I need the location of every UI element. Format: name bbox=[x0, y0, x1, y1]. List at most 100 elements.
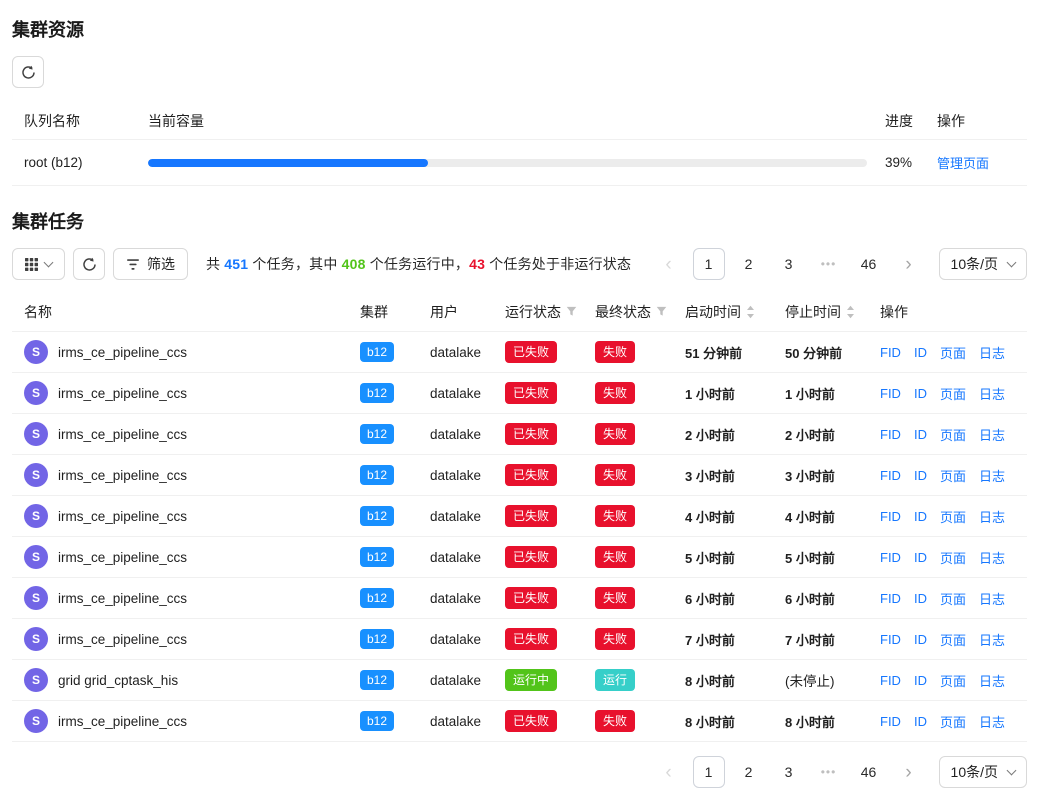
task-action-log-link[interactable]: 日志 bbox=[979, 589, 1005, 608]
task-action-fid-link[interactable]: FID bbox=[880, 714, 901, 729]
task-action-id-link[interactable]: ID bbox=[914, 509, 927, 524]
sorter-icon[interactable] bbox=[846, 305, 855, 319]
task-action-page-link[interactable]: 页面 bbox=[940, 589, 966, 608]
task-action-page-link[interactable]: 页面 bbox=[940, 548, 966, 567]
page-button-2[interactable]: 2 bbox=[733, 756, 765, 788]
run-status-badge: 已失败 bbox=[505, 341, 557, 363]
page-button-1[interactable]: 1 bbox=[693, 248, 725, 280]
col-final-status[interactable]: 最终状态 bbox=[595, 302, 685, 322]
pagination-top: ‹123•••46› 10条/页 bbox=[653, 248, 1027, 280]
page-button-46[interactable]: 46 bbox=[853, 248, 885, 280]
page-size-select[interactable]: 10条/页 bbox=[939, 248, 1027, 280]
task-action-page-link[interactable]: 页面 bbox=[940, 466, 966, 485]
layout-select-button[interactable] bbox=[12, 248, 65, 280]
run-status-badge: 已失败 bbox=[505, 546, 557, 568]
filter-button-label: 筛选 bbox=[147, 254, 175, 274]
final-status-badge: 失败 bbox=[595, 587, 635, 609]
task-actions: FID ID 页面日志 bbox=[880, 671, 1015, 690]
task-action-log-link[interactable]: 日志 bbox=[979, 507, 1005, 526]
resources-refresh-button[interactable] bbox=[12, 56, 44, 88]
task-action-fid-link[interactable]: FID bbox=[880, 386, 901, 401]
task-name: irms_ce_pipeline_ccs bbox=[58, 714, 187, 729]
task-action-log-link[interactable]: 日志 bbox=[979, 384, 1005, 403]
task-action-page-link[interactable]: 页面 bbox=[940, 507, 966, 526]
stop-time: 7 小时前 bbox=[785, 630, 880, 649]
col-start-time[interactable]: 启动时间 bbox=[685, 302, 785, 322]
task-action-fid-link[interactable]: FID bbox=[880, 427, 901, 442]
task-action-page-link[interactable]: 页面 bbox=[940, 384, 966, 403]
page-ellipsis[interactable]: ••• bbox=[813, 248, 845, 280]
task-action-fid-link[interactable]: FID bbox=[880, 550, 901, 565]
task-action-page-link[interactable]: 页面 bbox=[940, 630, 966, 649]
page-button-2[interactable]: 2 bbox=[733, 248, 765, 280]
task-action-fid-link[interactable]: FID bbox=[880, 632, 901, 647]
task-action-fid-link[interactable]: FID bbox=[880, 673, 901, 688]
task-action-log-link[interactable]: 日志 bbox=[979, 671, 1005, 690]
avatar: S bbox=[24, 545, 48, 569]
start-time: 1 小时前 bbox=[685, 384, 785, 403]
page-button-3[interactable]: 3 bbox=[773, 248, 805, 280]
chevron-down-icon bbox=[1007, 765, 1017, 775]
cluster-tag: b12 bbox=[360, 465, 394, 485]
filter-funnel-icon[interactable] bbox=[656, 306, 667, 317]
sorter-icon[interactable] bbox=[746, 305, 755, 319]
task-row: S irms_ce_pipeline_ccs b12 datalake 已失败 … bbox=[12, 578, 1027, 619]
page-size-select[interactable]: 10条/页 bbox=[939, 756, 1027, 788]
task-action-id-link[interactable]: ID bbox=[914, 427, 927, 442]
task-action-page-link[interactable]: 页面 bbox=[940, 425, 966, 444]
task-action-log-link[interactable]: 日志 bbox=[979, 712, 1005, 731]
task-action-log-link[interactable]: 日志 bbox=[979, 630, 1005, 649]
avatar: S bbox=[24, 668, 48, 692]
page-button-3[interactable]: 3 bbox=[773, 756, 805, 788]
task-action-id-link[interactable]: ID bbox=[914, 714, 927, 729]
prev-page-button[interactable]: ‹ bbox=[653, 756, 685, 788]
task-name: irms_ce_pipeline_ccs bbox=[58, 632, 187, 647]
page-ellipsis[interactable]: ••• bbox=[813, 756, 845, 788]
stop-time: 8 小时前 bbox=[785, 712, 880, 731]
page-button-1[interactable]: 1 bbox=[693, 756, 725, 788]
task-action-page-link[interactable]: 页面 bbox=[940, 712, 966, 731]
stop-time: 5 小时前 bbox=[785, 548, 880, 567]
page-button-46[interactable]: 46 bbox=[853, 756, 885, 788]
filter-button[interactable]: 筛选 bbox=[113, 248, 188, 280]
col-name: 名称 bbox=[24, 302, 360, 322]
task-action-log-link[interactable]: 日志 bbox=[979, 466, 1005, 485]
col-stop-time[interactable]: 停止时间 bbox=[785, 302, 880, 322]
cluster-tag: b12 bbox=[360, 588, 394, 608]
task-action-log-link[interactable]: 日志 bbox=[979, 343, 1005, 362]
task-actions: FID ID 页面日志 bbox=[880, 466, 1015, 485]
task-action-fid-link[interactable]: FID bbox=[880, 591, 901, 606]
col-start-time-label: 启动时间 bbox=[685, 302, 741, 322]
task-action-page-link[interactable]: 页面 bbox=[940, 343, 966, 362]
prev-page-button[interactable]: ‹ bbox=[653, 248, 685, 280]
tasks-table: 名称 集群 用户 运行状态 最终状态 启动时间 bbox=[12, 292, 1027, 742]
task-action-id-link[interactable]: ID bbox=[914, 673, 927, 688]
next-page-button[interactable]: › bbox=[893, 248, 925, 280]
next-page-button[interactable]: › bbox=[893, 756, 925, 788]
avatar: S bbox=[24, 381, 48, 405]
resources-table-body: root (b12) 39% 管理页面 bbox=[12, 140, 1027, 186]
task-action-fid-link[interactable]: FID bbox=[880, 509, 901, 524]
final-status-badge: 失败 bbox=[595, 546, 635, 568]
task-action-id-link[interactable]: ID bbox=[914, 386, 927, 401]
task-action-fid-link[interactable]: FID bbox=[880, 468, 901, 483]
col-run-status[interactable]: 运行状态 bbox=[505, 302, 595, 322]
task-action-log-link[interactable]: 日志 bbox=[979, 548, 1005, 567]
task-action-id-link[interactable]: ID bbox=[914, 550, 927, 565]
filter-funnel-icon[interactable] bbox=[566, 306, 577, 317]
task-action-log-link[interactable]: 日志 bbox=[979, 425, 1005, 444]
task-actions: FID ID 页面日志 bbox=[880, 507, 1015, 526]
manage-page-link[interactable]: 管理页面 bbox=[937, 156, 989, 171]
task-action-id-link[interactable]: ID bbox=[914, 632, 927, 647]
task-action-id-link[interactable]: ID bbox=[914, 345, 927, 360]
task-action-id-link[interactable]: ID bbox=[914, 468, 927, 483]
col-action: 操作 bbox=[937, 111, 1015, 131]
capacity-progress-fill bbox=[148, 159, 428, 167]
task-action-id-link[interactable]: ID bbox=[914, 591, 927, 606]
summary-text: 个任务运行中， bbox=[366, 256, 470, 272]
not-running-task-count: 43 bbox=[469, 256, 485, 272]
tasks-refresh-button[interactable] bbox=[73, 248, 105, 280]
task-action-page-link[interactable]: 页面 bbox=[940, 671, 966, 690]
avatar: S bbox=[24, 627, 48, 651]
task-action-fid-link[interactable]: FID bbox=[880, 345, 901, 360]
